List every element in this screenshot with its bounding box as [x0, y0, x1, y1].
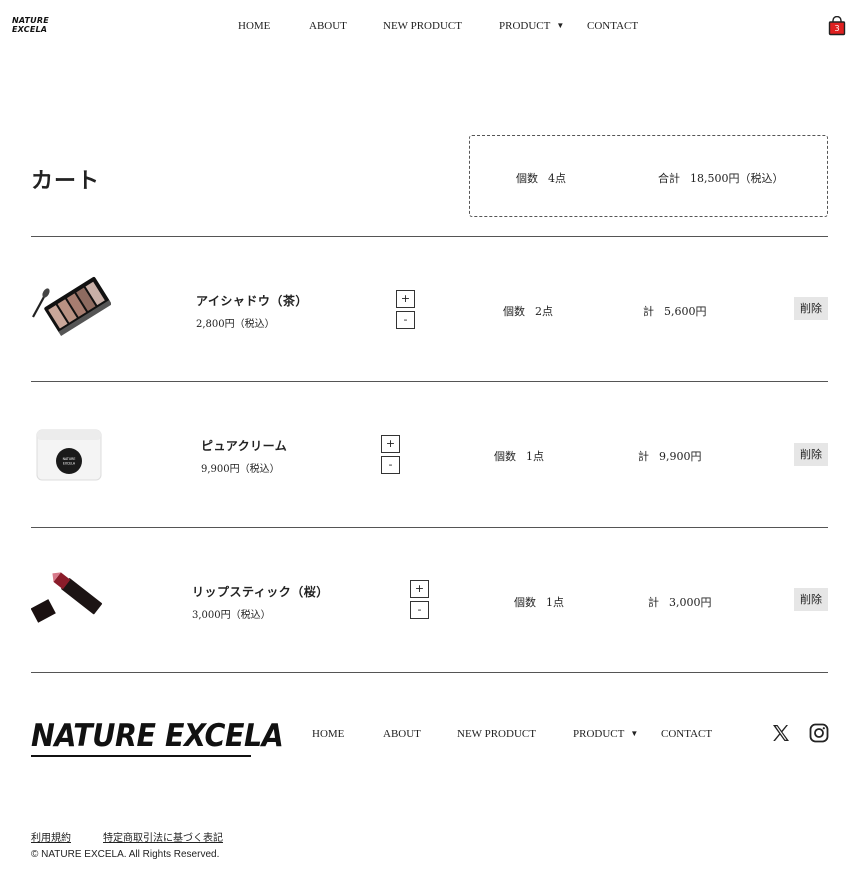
cart-item: NATURE EXCELA ピュアクリーム 9,900円（税込） + - 個数 1…: [0, 382, 864, 527]
item-name: アイシャドウ（茶）: [196, 294, 308, 308]
instagram-icon: [809, 723, 829, 743]
quantity-increase-button[interactable]: +: [381, 435, 400, 453]
cart-summary: 個数 4点 合計 18,500円（税込）: [469, 135, 828, 217]
nav-new-product[interactable]: NEW PRODUCT: [383, 20, 462, 32]
nav-product[interactable]: PRODUCT ▼: [499, 20, 564, 32]
footer-nav-new-product[interactable]: NEW PRODUCT: [457, 728, 536, 740]
page-title: カート: [31, 168, 101, 194]
terms-link[interactable]: 利用規約: [31, 829, 71, 844]
svg-text:NATURE: NATURE: [63, 457, 76, 461]
item-subtotal: 計 3,000円: [648, 596, 712, 609]
cream-jar-image: NATURE EXCELA: [31, 420, 109, 490]
footer-nav-about[interactable]: ABOUT: [383, 728, 421, 740]
item-count: 個数 2点: [503, 305, 553, 318]
item-count: 個数 1点: [514, 596, 564, 609]
x-logo-icon: [773, 725, 789, 741]
eyeshadow-image: [31, 273, 112, 343]
footer-nav-contact[interactable]: CONTACT: [661, 728, 712, 740]
footer-nav-product[interactable]: PRODUCT ▼: [573, 728, 638, 740]
delete-button[interactable]: 削除: [794, 588, 828, 611]
shopping-bag-icon: 3: [828, 15, 846, 36]
footer-logo-underline: [31, 755, 251, 757]
item-price: 3,000円（税込）: [192, 610, 271, 621]
instagram-link[interactable]: [809, 723, 829, 743]
divider: [31, 672, 828, 673]
svg-text:EXCELA: EXCELA: [63, 462, 76, 466]
delete-button[interactable]: 削除: [794, 443, 828, 466]
site-logo[interactable]: NATURE EXCELA: [12, 16, 52, 34]
item-name: ピュアクリーム: [201, 439, 288, 453]
site-header: NATURE EXCELA HOME ABOUT NEW PRODUCT PRO…: [0, 0, 864, 54]
footer-logo[interactable]: NATURE EXCELA: [31, 718, 284, 754]
quantity-decrease-button[interactable]: -: [410, 601, 429, 619]
x-link[interactable]: [771, 723, 791, 743]
delete-button[interactable]: 削除: [794, 297, 828, 320]
summary-total: 合計 18,500円（税込）: [658, 172, 784, 185]
nav-about[interactable]: ABOUT: [309, 20, 347, 32]
nav-contact[interactable]: CONTACT: [587, 20, 638, 32]
quantity-decrease-button[interactable]: -: [396, 311, 415, 329]
chevron-down-icon: ▼: [630, 729, 639, 738]
item-price: 2,800円（税込）: [196, 319, 275, 330]
item-name: リップスティック（桜）: [192, 585, 329, 599]
footer-nav-home[interactable]: HOME: [312, 728, 344, 740]
quantity-increase-button[interactable]: +: [396, 290, 415, 308]
quantity-increase-button[interactable]: +: [410, 580, 429, 598]
cart-item: リップスティック（桜） 3,000円（税込） + - 個数 1点 計 3,000円 …: [0, 528, 864, 673]
commerce-law-link[interactable]: 特定商取引法に基づく表記: [103, 829, 223, 844]
summary-count: 個数 4点: [516, 172, 566, 185]
quantity-decrease-button[interactable]: -: [381, 456, 400, 474]
nav-home[interactable]: HOME: [238, 20, 270, 32]
cart-count-badge: 3: [834, 24, 839, 33]
chevron-down-icon: ▼: [556, 21, 565, 30]
cart-item: アイシャドウ（茶） 2,800円（税込） + - 個数 2点 計 5,600円 削除: [0, 237, 864, 382]
lipstick-image: [30, 566, 109, 636]
item-subtotal: 計 9,900円: [638, 450, 702, 463]
cart-button[interactable]: 3: [827, 15, 847, 36]
item-subtotal: 計 5,600円: [643, 305, 707, 318]
item-price: 9,900円（税込）: [201, 464, 280, 475]
copyright: © NATURE EXCELA. All Rights Reserved.: [31, 849, 220, 860]
item-count: 個数 1点: [494, 450, 544, 463]
